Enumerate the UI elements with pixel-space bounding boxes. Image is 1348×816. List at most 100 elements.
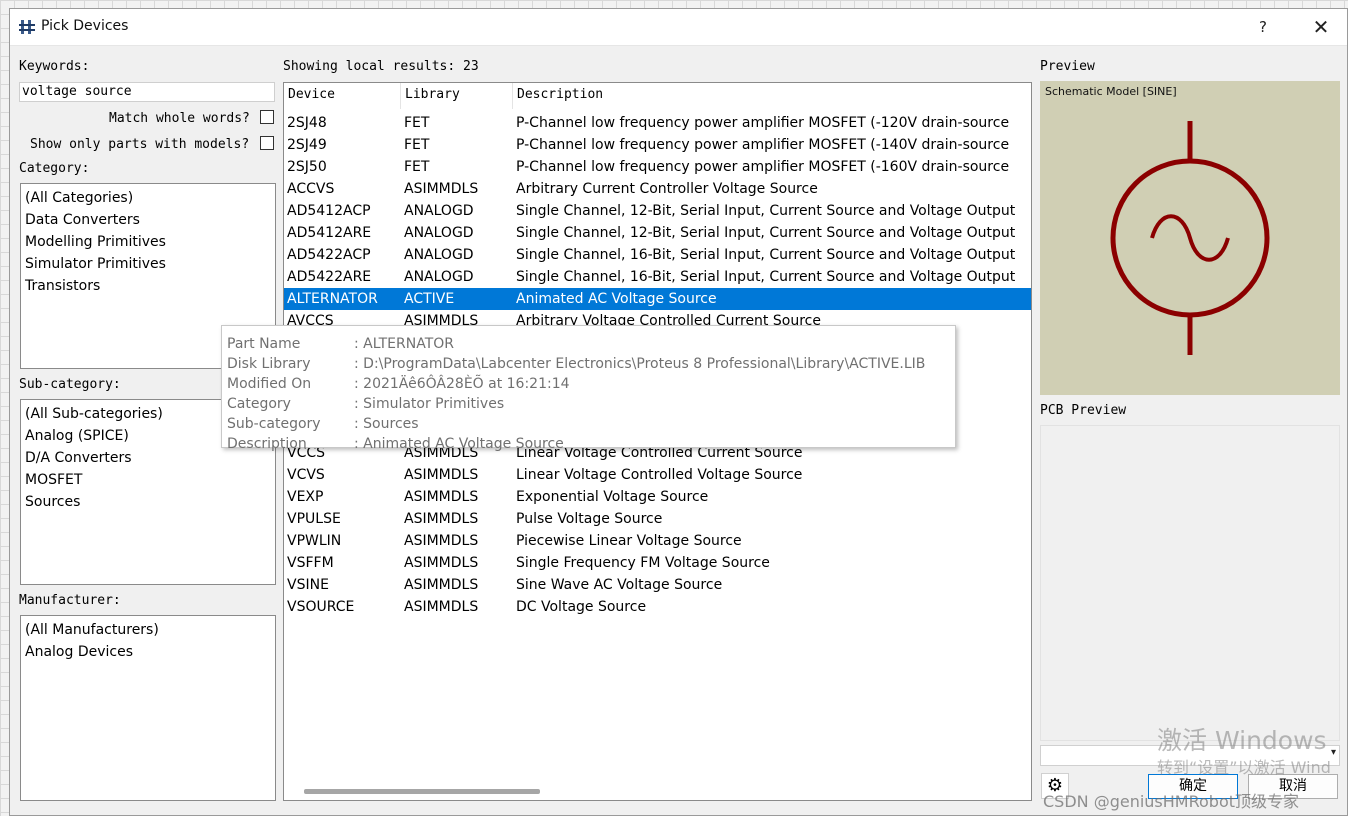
table-row[interactable]: AD5422ACP ANALOGD Single Channel, 16-Bit, … [284,244,1031,266]
close-button[interactable]: ✕ [1306,15,1336,39]
tooltip-value: : Animated AC Voltage Source [354,436,564,452]
cell-description: P-Channel low frequency power amplifier … [516,115,1010,131]
cell-library: ASIMMDLS [404,577,479,593]
tooltip-key: Disk Library [227,356,311,372]
cell-library: ASIMMDLS [404,511,479,527]
tooltip-value: : ALTERNATOR [354,336,455,352]
tooltip-key: Part Name [227,336,301,352]
table-row[interactable]: 2SJ49 FET P-Channel low frequency power am… [284,134,1031,156]
table-row[interactable]: VEXP ASIMMDLS Exponential Voltage Source [284,486,1031,508]
cell-description: P-Channel low frequency power amplifier … [516,159,1010,175]
cell-library: ACTIVE [404,291,455,307]
list-item[interactable]: Transistors [25,275,271,297]
cell-library: FET [404,115,430,131]
tooltip-key: Sub-category [227,416,321,432]
table-row[interactable]: AD5412ARE ANALOGD Single Channel, 12-Bit, … [284,222,1031,244]
schematic-preview: Schematic Model [SINE] [1040,81,1340,395]
tooltip-key: Category [227,396,291,412]
table-row[interactable]: VSFFM ASIMMDLS Single Frequency FM Voltage… [284,552,1031,574]
cell-description: Single Channel, 16-Bit, Serial Input, Cu… [516,247,1016,263]
pcb-preview [1040,425,1340,741]
cell-device: VPULSE [287,511,341,527]
list-item[interactable]: Analog Devices [25,641,271,663]
cell-description: Animated AC Voltage Source [516,291,717,307]
keywords-input[interactable]: voltage source [19,82,275,102]
table-row[interactable]: ALTERNATOR ACTIVE Animated AC Voltage Sour… [284,288,1031,310]
cell-description: Sine Wave AC Voltage Source [516,577,723,593]
list-item[interactable]: Data Converters [25,209,271,231]
cell-description: Pulse Voltage Source [516,511,663,527]
proteus-app-icon [19,20,35,34]
cell-device: AD5422ACP [287,247,371,263]
cell-device: VSFFM [287,555,334,571]
cell-description: Exponential Voltage Source [516,489,709,505]
match-whole-words-checkbox[interactable] [260,110,274,124]
cell-library: ASIMMDLS [404,599,479,615]
cell-library: ASIMMDLS [404,489,479,505]
activate-windows-hint: 转到“设置”以激活 Wind [1157,758,1331,777]
cell-device: VCVS [287,467,325,483]
table-row[interactable]: VPULSE ASIMMDLS Pulse Voltage Source [284,508,1031,530]
tooltip-value: : D:\ProgramData\Labcenter Electronics\P… [354,356,926,372]
category-label: Category: [19,161,90,176]
help-button[interactable]: ? [1248,15,1278,39]
table-row[interactable]: VCVS ASIMMDLS Linear Voltage Controlled Vo… [284,464,1031,486]
list-item[interactable]: (All Categories) [25,187,271,209]
cell-description: Single Channel, 12-Bit, Serial Input, Cu… [516,225,1016,241]
table-row[interactable]: AD5422ARE ANALOGD Single Channel, 16-Bit, … [284,266,1031,288]
table-row[interactable]: VSINE ASIMMDLS Sine Wave AC Voltage Source [284,574,1031,596]
cell-description: Piecewise Linear Voltage Source [516,533,742,549]
list-item[interactable]: Simulator Primitives [25,253,271,275]
table-row[interactable]: 2SJ50 FET P-Channel low frequency power am… [284,156,1031,178]
cell-description: Single Frequency FM Voltage Source [516,555,770,571]
table-row[interactable]: 2SJ48 FET P-Channel low frequency power am… [284,112,1031,134]
list-item[interactable]: Modelling Primitives [25,231,271,253]
tooltip-value: : Simulator Primitives [354,396,505,412]
table-row[interactable]: VPWLIN ASIMMDLS Piecewise Linear Voltage S… [284,530,1031,552]
cell-device: VSINE [287,577,329,593]
list-item[interactable]: Sources [25,491,271,513]
cell-description: P-Channel low frequency power amplifier … [516,137,1010,153]
show-only-models-checkbox[interactable] [260,136,274,150]
list-item[interactable]: MOSFET [25,469,271,491]
activate-windows-watermark: 激活 Windows [1157,726,1327,755]
tooltip-value: : 2021Äê6ÔÂ28ÈÕ at 16:21:14 [354,376,570,392]
cell-description: Single Channel, 12-Bit, Serial Input, Cu… [516,203,1016,219]
cell-description: Arbitrary Current Controller Voltage Sou… [516,181,818,197]
manufacturer-list[interactable]: (All Manufacturers) Analog Devices [20,615,276,801]
subcategory-label: Sub-category: [19,377,121,392]
cell-library: ANALOGD [404,225,474,241]
column-header-device[interactable]: Device [284,83,401,109]
cell-device: 2SJ49 [287,137,327,153]
part-info-tooltip: Part Name : ALTERNATOR Disk Library : D:\Pr… [221,325,956,452]
show-only-models-label: Show only parts with models? [30,137,250,152]
table-row[interactable]: AD5412ACP ANALOGD Single Channel, 12-Bit, … [284,200,1031,222]
title-bar[interactable]: Pick Devices ? ✕ [10,9,1347,46]
cell-library: ANALOGD [404,203,474,219]
cell-device: AD5412ARE [287,225,372,241]
window-title: Pick Devices [41,18,129,34]
cell-device: 2SJ50 [287,159,327,175]
list-item[interactable]: (All Manufacturers) [25,619,271,641]
manufacturer-label: Manufacturer: [19,593,121,608]
cell-library: ASIMMDLS [404,181,479,197]
column-header-description[interactable]: Description [513,83,1031,109]
cell-library: ANALOGD [404,247,474,263]
cell-library: ASIMMDLS [404,467,479,483]
cell-library: ASIMMDLS [404,533,479,549]
tooltip-key: Modified On [227,376,312,392]
tooltip-value: : Sources [354,416,419,432]
horizontal-scrollbar-thumb[interactable] [304,789,540,794]
cell-library: FET [404,159,430,175]
cell-description: Linear Voltage Controlled Voltage Source [516,467,803,483]
results-header: Device Library Description [284,83,1031,109]
cell-device: VSOURCE [287,599,355,615]
table-row[interactable]: VSOURCE ASIMMDLS DC Voltage Source [284,596,1031,618]
cell-device: ACCVS [287,181,335,197]
table-row[interactable]: ACCVS ASIMMDLS Arbitrary Current Controlle… [284,178,1031,200]
cell-library: FET [404,137,430,153]
column-header-library[interactable]: Library [401,83,513,109]
cell-device: AD5412ACP [287,203,371,219]
cell-library: ANALOGD [404,269,474,285]
cell-device: AD5422ARE [287,269,372,285]
